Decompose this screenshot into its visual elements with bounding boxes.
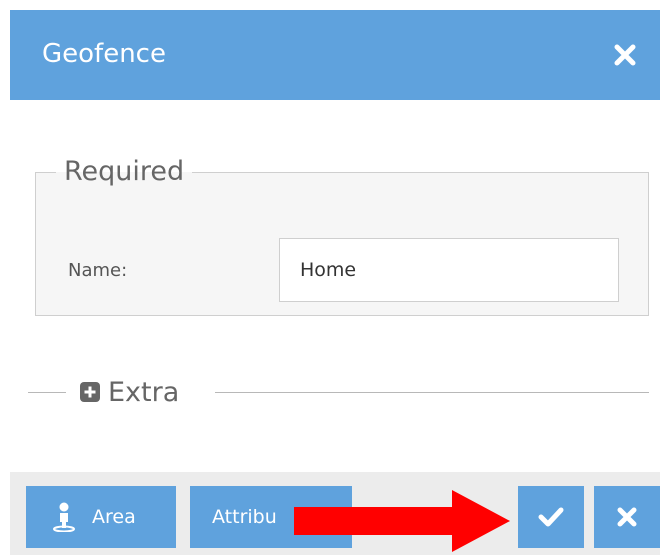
- close-icon[interactable]: [610, 40, 640, 70]
- area-button-label: Area: [92, 506, 136, 528]
- attributes-button-label: Attribu: [212, 506, 277, 528]
- person-pin-icon: [53, 502, 75, 532]
- cancel-button[interactable]: [594, 486, 660, 548]
- plus-square-icon: [80, 382, 100, 402]
- name-input[interactable]: [279, 238, 619, 302]
- dialog-body: Required Name: Extra: [10, 100, 660, 472]
- extra-toggle[interactable]: Extra: [80, 374, 179, 410]
- dialog-title: Geofence: [42, 39, 166, 69]
- close-icon: [617, 507, 637, 527]
- save-button[interactable]: [518, 486, 584, 548]
- required-legend: Required: [64, 156, 185, 187]
- check-icon: [538, 507, 564, 527]
- required-fieldset: Required Name:: [35, 156, 649, 316]
- extra-divider-right: [215, 392, 649, 393]
- extra-divider-left: [28, 392, 66, 393]
- area-button[interactable]: Area: [26, 486, 176, 548]
- name-label: Name:: [68, 260, 128, 281]
- dialog-header: Geofence: [10, 10, 660, 100]
- geofence-dialog: Geofence Required Name: Extra: [10, 10, 660, 555]
- annotation-arrow: [294, 490, 510, 552]
- extra-label: Extra: [108, 376, 180, 408]
